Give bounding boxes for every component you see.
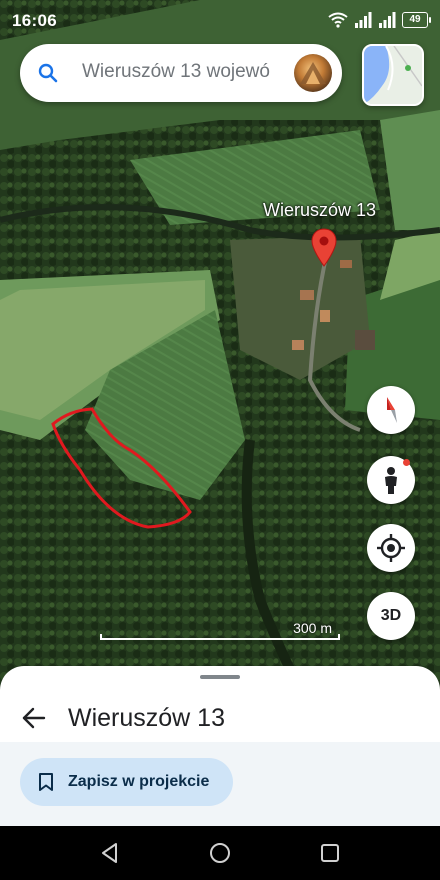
map-place-label: Wieruszów 13 [263,200,377,220]
status-time: 16:06 [12,11,57,30]
status-bar: 16:06 49 [0,0,440,44]
map-thumbnail-icon [364,46,422,104]
scale-line [100,634,340,640]
back-arrow-icon[interactable] [20,704,48,732]
my-location-button[interactable] [367,524,415,572]
map-layers-button[interactable] [362,44,424,106]
battery-icon: 49 [402,12,431,28]
compass-button[interactable] [367,386,415,434]
nav-recents-icon[interactable] [317,840,343,866]
signal-icon [355,12,372,28]
map-scale-bar: 300 m [100,620,340,640]
search-input[interactable]: Wieruszów 13 wojewó [82,61,278,83]
search-bar[interactable]: Wieruszów 13 wojewó [20,44,342,102]
avatar[interactable] [294,54,332,92]
signal-icon-2 [379,12,396,28]
place-bottom-sheet[interactable]: Wieruszów 13 Zapisz w projekcie [0,666,440,826]
status-icons: 49 [328,12,431,28]
system-navigation-bar [0,826,440,880]
location-crosshair-icon [377,534,405,562]
location-pin-icon[interactable] [311,228,337,268]
3d-toggle-button[interactable]: 3D [367,592,415,640]
avatar-image [300,62,326,84]
street-view-person-icon [385,467,397,494]
compass-icon [387,397,397,423]
nav-back-icon[interactable] [97,840,123,866]
sheet-actions: Zapisz w projekcie [0,742,440,826]
search-icon [38,63,58,83]
nav-home-icon[interactable] [207,840,233,866]
wifi-icon [328,12,348,28]
save-button-label: Zapisz w projekcie [68,773,210,790]
bookmark-icon [39,773,53,791]
notification-dot [403,459,410,466]
street-view-button[interactable] [367,456,415,504]
save-to-project-button[interactable]: Zapisz w projekcie [20,758,233,806]
place-title: Wieruszów 13 [68,704,225,732]
sheet-drag-handle[interactable] [200,675,240,679]
